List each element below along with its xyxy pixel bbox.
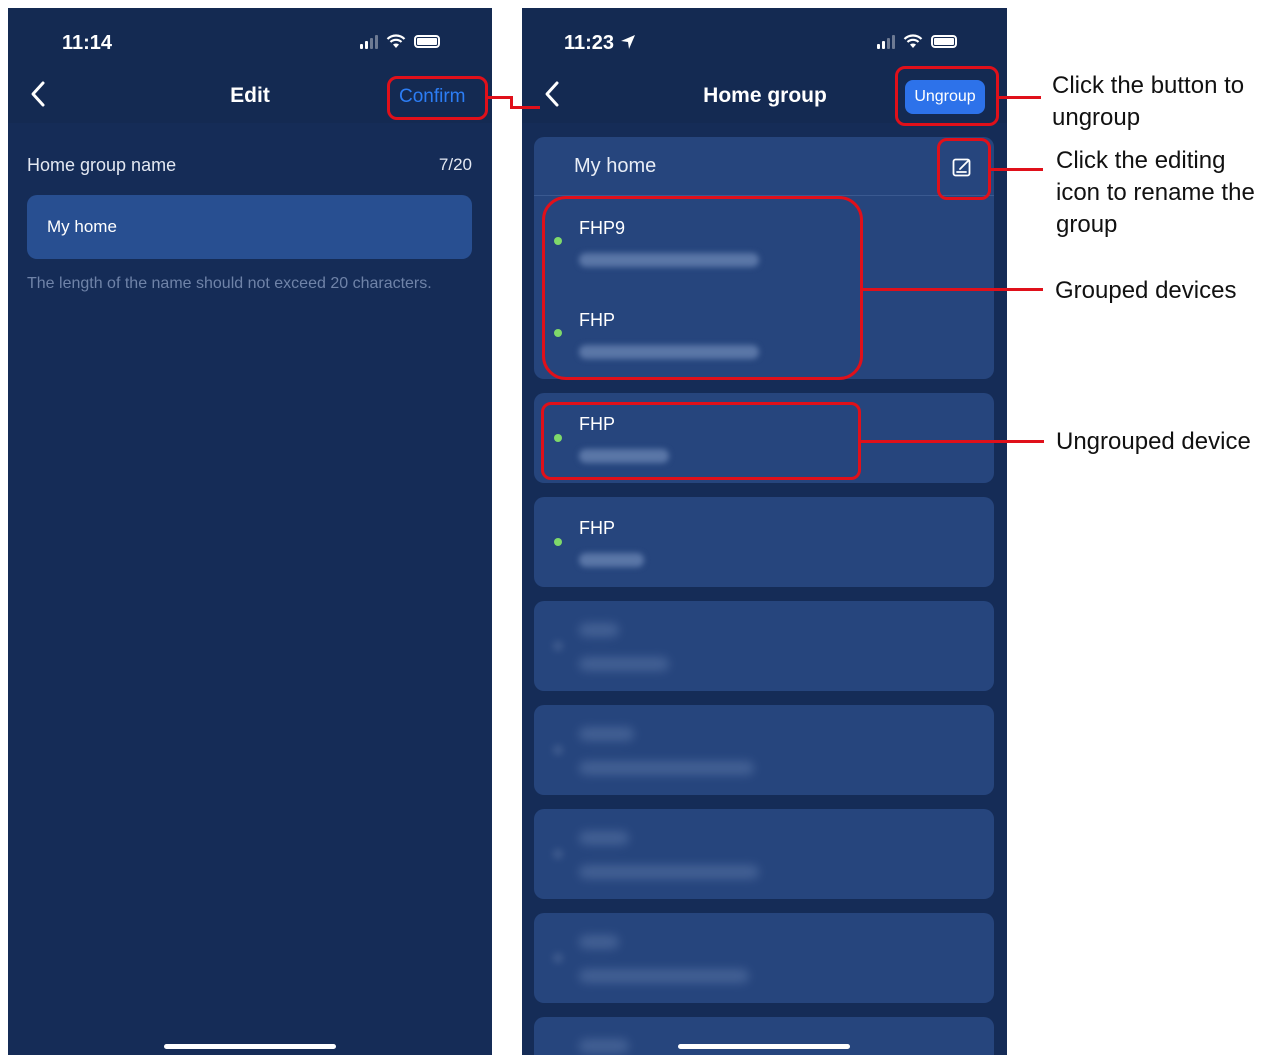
battery-icon xyxy=(931,35,957,48)
home-indicator xyxy=(164,1044,336,1049)
page-title: Edit xyxy=(230,84,270,107)
device-card[interactable]: FHP xyxy=(534,497,994,587)
device-name: FHP xyxy=(579,518,615,538)
back-button[interactable] xyxy=(28,80,58,120)
location-arrow-icon xyxy=(620,35,635,49)
wifi-icon xyxy=(903,34,923,48)
confirm-highlight xyxy=(387,76,488,120)
status-icons xyxy=(360,34,440,49)
home-indicator xyxy=(678,1044,850,1049)
status-icons xyxy=(877,34,957,49)
grouped-devices-highlight xyxy=(542,196,863,380)
edit-icon-highlight xyxy=(937,138,991,200)
callout-line xyxy=(863,288,1043,291)
wifi-icon xyxy=(386,34,406,48)
back-button[interactable] xyxy=(542,80,572,120)
device-card-blurred[interactable] xyxy=(534,1017,994,1055)
edit-screen: 11:14 Edit Confirm Home group name 7/20 … xyxy=(8,8,492,1055)
online-status-dot xyxy=(554,538,562,546)
group-name-input[interactable] xyxy=(27,195,472,259)
annotation-rename: Click the editing icon to rename the gro… xyxy=(1056,147,1255,238)
device-card-blurred[interactable] xyxy=(534,809,994,899)
ungroup-highlight xyxy=(895,66,999,126)
callout-line xyxy=(991,168,1043,171)
device-card-blurred[interactable] xyxy=(534,705,994,795)
device-card-blurred[interactable] xyxy=(534,913,994,1003)
chevron-left-icon xyxy=(545,81,559,107)
group-name: My home xyxy=(574,155,657,177)
callout-line xyxy=(861,440,1044,443)
chevron-left-icon xyxy=(31,81,45,107)
status-time: 11:14 xyxy=(62,32,113,54)
annotation-grouped: Grouped devices xyxy=(1055,277,1237,304)
device-card-blurred[interactable] xyxy=(534,601,994,691)
ungrouped-device-highlight xyxy=(541,402,861,480)
battery-icon xyxy=(414,35,440,48)
signal-icon xyxy=(877,34,895,49)
char-counter: 7/20 xyxy=(438,155,472,174)
page-title: Home group xyxy=(703,84,827,107)
status-time: 11:23 xyxy=(564,32,636,55)
connector-line xyxy=(488,96,512,99)
connector-line xyxy=(510,106,540,109)
length-hint: The length of the name should not exceed… xyxy=(27,275,432,292)
annotation-ungroup: Click the button to ungroup xyxy=(1052,72,1245,131)
annotation-ungrouped: Ungrouped device xyxy=(1056,428,1251,455)
signal-icon xyxy=(360,34,378,49)
callout-line xyxy=(999,96,1041,99)
device-id-redacted xyxy=(579,553,644,567)
field-label: Home group name xyxy=(27,155,177,175)
home-group-screen: 11:23 Home group Ungroup My home FHP9 FH… xyxy=(522,8,1007,1055)
